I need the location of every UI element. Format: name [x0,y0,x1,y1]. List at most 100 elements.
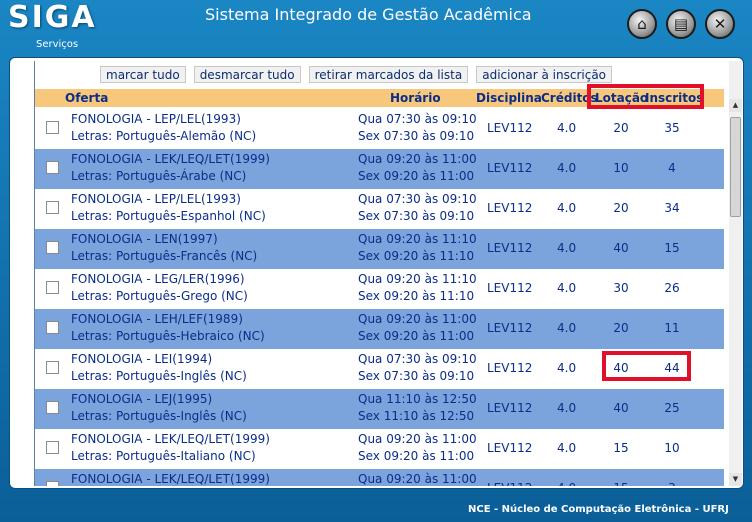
credits: 4.0 [557,361,577,375]
row-checkbox[interactable] [46,281,59,294]
capacity: 20 [613,201,629,215]
row-checkbox[interactable] [46,401,59,414]
offer-course: Letras: Português-Hebraico (NC) [71,329,265,343]
enrolled: 10 [664,441,680,455]
schedule-line-1: Qua 09:20 às 11:00 [358,432,477,446]
credits: 4.0 [557,121,577,135]
enrolled: 11 [664,321,680,335]
credits: 4.0 [557,321,577,335]
enrolled: 26 [664,281,680,295]
highlight-box-row [602,351,691,381]
siga-logo: SIGA [8,0,97,35]
row-checkbox[interactable] [46,361,59,374]
offer-name: FONOLOGIA - LEP/LEL(1993) [71,112,241,126]
header-horario[interactable]: Horário [390,91,441,105]
header-oferta[interactable]: Oferta [65,91,108,105]
credits: 4.0 [557,441,577,455]
table-row: FONOLOGIA - LEH/LEF(1989) Letras: Portugu… [35,309,724,349]
table-row: FONOLOGIA - LEJ(1995) Letras: Português-I… [35,389,724,429]
remove-marked-button[interactable]: retirar marcados da lista [308,65,469,83]
schedule-line-1: Qua 09:20 às 11:00 [358,472,477,486]
credits: 4.0 [557,201,577,215]
schedule-line-2: Sex 07:30 às 09:10 [358,369,475,383]
table-row: FONOLOGIA - LEP/LEL(1993) Letras: Portugu… [35,189,724,229]
select-all-button[interactable]: marcar tudo [100,65,186,83]
table-row: FONOLOGIA - LEK/LEQ/LET(1999) Letras: Por… [35,149,724,189]
deselect-all-button[interactable]: desmarcar tudo [193,65,301,83]
schedule-line-1: Qua 09:20 às 11:10 [358,232,477,246]
schedule-line-2: Sex 09:20 às 11:10 [358,249,475,263]
row-checkbox[interactable] [46,121,59,134]
close-icon: ✕ [713,15,727,33]
row-checkbox[interactable] [46,161,59,174]
schedule-line-2: Sex 09:20 às 11:00 [358,169,475,183]
offer-name: FONOLOGIA - LEG/LER(1996) [71,272,245,286]
capacity: 30 [613,281,629,295]
offer-course: Letras: Português-Grego (NC) [71,289,248,303]
capacity: 20 [613,321,629,335]
vertical-scrollbar[interactable]: ▲ ▼ [729,61,742,486]
discipline-code: LEV112 [487,121,533,135]
capacity: 15 [613,441,629,455]
schedule-line-2: Sex 09:20 às 11:00 [358,449,475,463]
print-icon: ▤ [673,15,689,33]
header: SIGA Serviços Sistema Integrado de Gestã… [0,0,752,56]
row-checkbox[interactable] [46,321,59,334]
offer-name: FONOLOGIA - LEN(1997) [71,232,218,246]
offer-name: FONOLOGIA - LEK/LEQ/LET(1999) [71,432,270,446]
discipline-code: LEV112 [487,161,533,175]
row-checkbox[interactable] [46,201,59,214]
offer-course: Letras: Português-Inglês (NC) [71,409,247,423]
schedule-line-1: Qua 09:20 às 11:10 [358,272,477,286]
app-title: Sistema Integrado de Gestão Acadêmica [205,5,532,24]
schedule-line-1: Qua 11:10 às 12:50 [358,392,477,406]
discipline-code: LEV112 [487,201,533,215]
schedule-line-2: Sex 11:10 às 12:50 [358,409,475,423]
scroll-thumb[interactable] [730,117,741,217]
highlight-box-header [587,84,704,109]
row-checkbox[interactable] [46,241,59,254]
credits: 4.0 [557,401,577,415]
offer-list: marcar tudo desmarcar tudo retirar marca… [34,61,724,486]
offer-name: FONOLOGIA - LEJ(1995) [71,392,213,406]
credits: 4.0 [557,481,576,486]
row-checkbox[interactable] [46,441,59,454]
footer: NCE - Núcleo de Computação Eletrônica - … [0,500,752,522]
enrolled: 15 [664,241,680,255]
credits: 4.0 [557,161,577,175]
enrolled: 35 [664,121,680,135]
home-icon: ⌂ [637,15,647,33]
offer-course: Letras: Português-Alemão (NC) [71,129,257,143]
schedule-line-1: Qua 07:30 às 09:10 [358,192,477,206]
offer-course: Letras: Português-Italiano (NC) [71,449,256,463]
enrolled: 34 [664,201,680,215]
scroll-down-icon[interactable]: ▼ [729,473,742,486]
schedule-line-2: Sex 07:30 às 09:10 [358,209,475,223]
app-window: SIGA Serviços Sistema Integrado de Gestã… [0,0,752,522]
capacity: 40 [613,241,629,255]
offer-course: Letras: Português-Espanhol (NC) [71,209,266,223]
table-row: FONOLOGIA - LEK/LEQ/LET(1999) Letras: Por… [35,429,724,469]
capacity: 20 [613,121,629,135]
header-disciplina[interactable]: Disciplina [476,91,542,105]
add-enrollment-button[interactable]: adicionar à inscrição [476,65,613,83]
offer-course: Letras: Português-Inglês (NC) [71,369,247,383]
discipline-code: LEV112 [487,441,533,455]
discipline-code: LEV112 [487,241,533,255]
scroll-up-icon[interactable]: ▲ [729,99,742,112]
offer-name: FONOLOGIA - LEP/LEL(1993) [71,192,241,206]
offer-name: FONOLOGIA - LEK/LEQ/LET(1999) [71,472,270,486]
table-row: FONOLOGIA - LEP/LEL(1993) Letras: Portugu… [35,109,724,149]
close-button[interactable]: ✕ [705,9,735,39]
section-label: Serviços [36,39,79,50]
home-button[interactable]: ⌂ [627,9,657,39]
print-button[interactable]: ▤ [666,9,696,39]
offer-name: FONOLOGIA - LEK/LEQ/LET(1999) [71,152,270,166]
credits: 4.0 [557,281,577,295]
main-panel: marcar tudo desmarcar tudo retirar marca… [9,57,744,489]
schedule-line-2: Sex 07:30 às 09:10 [358,129,475,143]
schedule-line-1: Qua 09:20 às 11:00 [358,152,477,166]
row-checkbox[interactable] [46,481,59,486]
action-bar: marcar tudo desmarcar tudo retirar marca… [35,61,724,83]
discipline-code: LEV112 [487,321,533,335]
